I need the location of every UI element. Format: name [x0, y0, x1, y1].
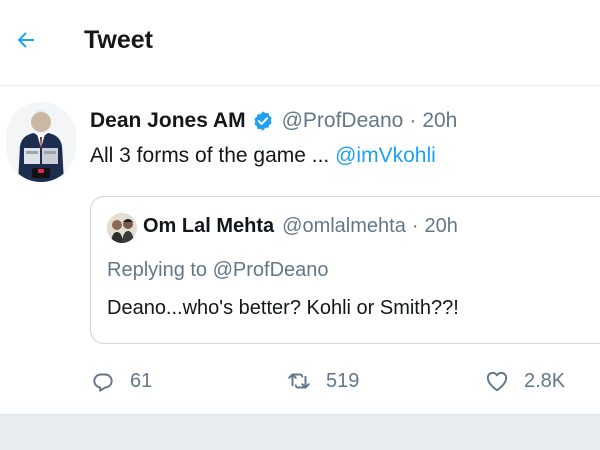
tweet-timestamp[interactable]: 20h: [422, 109, 457, 133]
tweet-actions: 61 519 2.8K: [90, 368, 590, 402]
back-button[interactable]: [8, 22, 44, 58]
quote-author-name[interactable]: Om Lal Mehta: [143, 215, 274, 238]
reply-button[interactable]: 61: [90, 368, 152, 394]
quote-timestamp[interactable]: 20h: [425, 215, 458, 238]
quote-author-handle[interactable]: @omlalmehta: [282, 215, 406, 238]
tweet-header: Tweet: [0, 0, 600, 86]
reply-icon: [93, 373, 113, 392]
arrow-left-icon: [17, 32, 34, 48]
reply-count: 61: [130, 369, 153, 392]
quote-avatar-photo: [107, 213, 137, 243]
dot-separator: ·: [409, 109, 417, 132]
quote-text: Deano...who's better? Kohli or Smith??!: [107, 297, 459, 319]
tweet-text: All 3 forms of the game ... @imVkohli: [90, 144, 436, 168]
retweet-count: 519: [326, 369, 360, 392]
section-divider: [0, 414, 600, 450]
author-handle[interactable]: @ProfDeano: [282, 109, 404, 133]
quote-dot-separator: ·: [411, 215, 419, 237]
tweet-author-row: Dean Jones AM @ProfDeano · 20h: [90, 106, 457, 136]
quoted-tweet[interactable]: Om Lal Mehta @omlalmehta · 20h Replying …: [90, 196, 600, 344]
author-name[interactable]: Dean Jones AM: [90, 109, 246, 133]
mention-link[interactable]: @imVkohli: [335, 144, 436, 167]
quote-avatar[interactable]: [107, 213, 137, 243]
quote-author-row: Om Lal Mehta @omlalmehta · 20h: [143, 215, 458, 238]
like-button[interactable]: 2.8K: [484, 368, 565, 394]
replying-to-label: Replying to: [107, 259, 213, 281]
verified-badge-icon: [252, 110, 274, 132]
retweet-button[interactable]: 519: [286, 368, 359, 394]
replying-to: Replying to @ProfDeano: [107, 259, 329, 282]
avatar[interactable]: [6, 102, 76, 182]
page-title: Tweet: [84, 26, 153, 54]
heart-icon: [486, 371, 508, 392]
avatar-photo: [6, 102, 76, 182]
like-count: 2.8K: [524, 369, 566, 392]
replying-to-handle[interactable]: @ProfDeano: [213, 259, 329, 281]
tweet-text-body: All 3 forms of the game ...: [90, 144, 336, 167]
retweet-icon: [288, 373, 310, 389]
